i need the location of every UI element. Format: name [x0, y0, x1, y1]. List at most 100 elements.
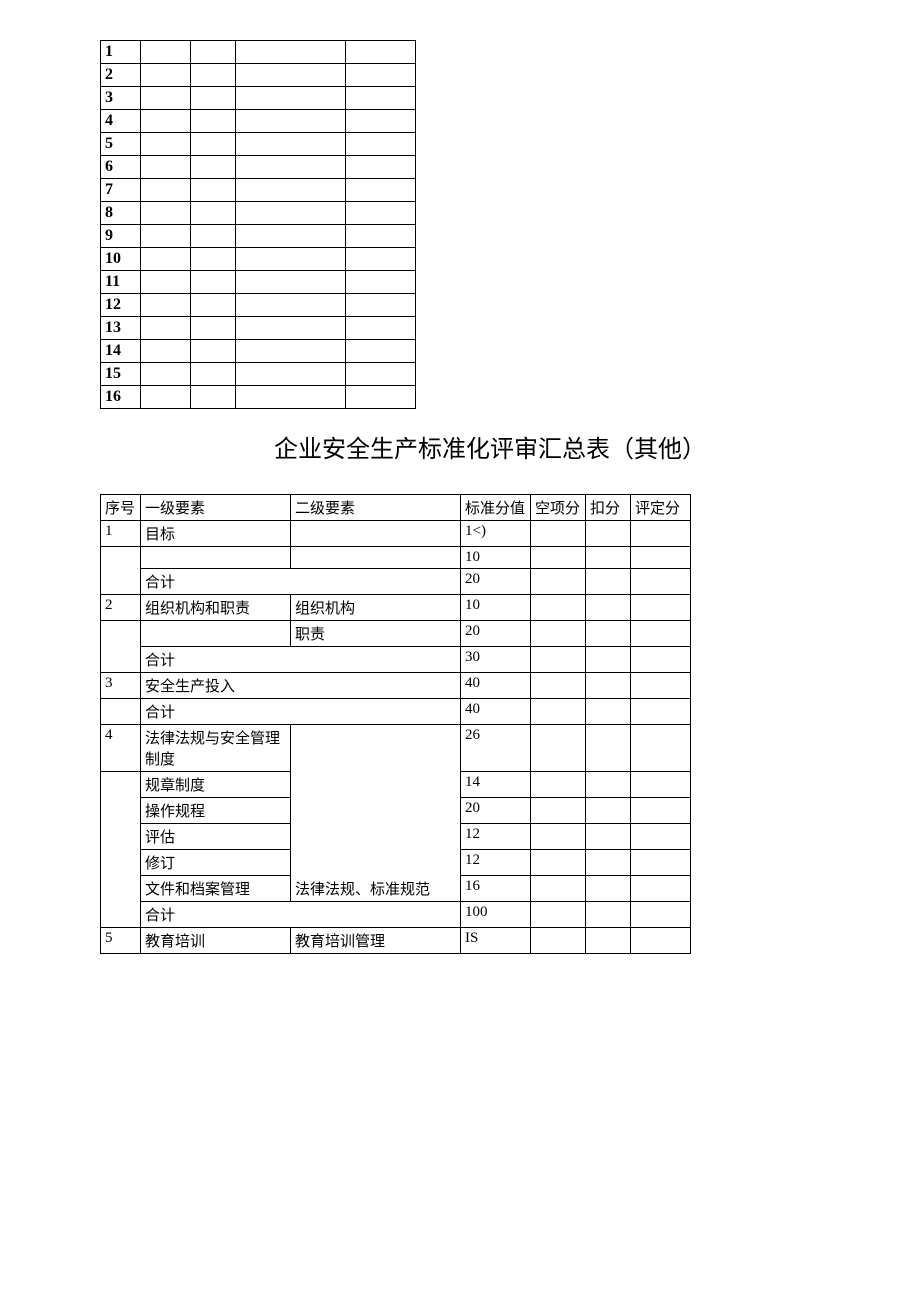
row-number: 3	[101, 87, 141, 110]
std-score-cell: 10	[461, 595, 531, 621]
level1-cell: 评估	[141, 824, 291, 850]
std-score-cell: 1<)	[461, 521, 531, 547]
table-row: 合计100	[101, 902, 691, 928]
level2-cell: 法律法规、标准规范	[291, 725, 461, 902]
empty-cell	[191, 87, 236, 110]
level2-cell: 教育培训管理	[291, 928, 461, 954]
deduct-cell	[586, 928, 631, 954]
seq-cell	[101, 824, 141, 850]
empty-score-cell	[531, 547, 586, 569]
empty-cell	[191, 386, 236, 409]
final-score-cell	[631, 824, 691, 850]
final-score-cell	[631, 725, 691, 772]
empty-score-cell	[531, 621, 586, 647]
level1-cell: 合计	[141, 569, 461, 595]
final-score-cell	[631, 521, 691, 547]
header-deduct: 扣分	[586, 495, 631, 521]
empty-cell	[346, 87, 416, 110]
empty-cell	[346, 202, 416, 225]
empty-cell	[236, 133, 346, 156]
deduct-cell	[586, 902, 631, 928]
page-title: 企业安全生产标准化评审汇总表（其他）	[100, 429, 820, 464]
std-score-cell: 100	[461, 902, 531, 928]
summary-table: 序号 一级要素 二级要素 标准分值 空项分 扣分 评定分 1目标1<)10合计2…	[100, 494, 691, 954]
empty-cell	[141, 340, 191, 363]
std-score-cell: 12	[461, 824, 531, 850]
table-row: 16	[101, 386, 416, 409]
empty-cell	[141, 363, 191, 386]
level1-cell: 合计	[141, 699, 461, 725]
empty-cell	[346, 317, 416, 340]
empty-score-cell	[531, 772, 586, 798]
table-row: 合计20	[101, 569, 691, 595]
final-score-cell	[631, 850, 691, 876]
table-row: 9	[101, 225, 416, 248]
final-score-cell	[631, 595, 691, 621]
table-row: 合计30	[101, 647, 691, 673]
final-score-cell	[631, 673, 691, 699]
table-row: 6	[101, 156, 416, 179]
header-final-score: 评定分	[631, 495, 691, 521]
header-seq: 序号	[101, 495, 141, 521]
empty-cell	[236, 87, 346, 110]
deduct-cell	[586, 521, 631, 547]
final-score-cell	[631, 876, 691, 902]
header-empty-score: 空项分	[531, 495, 586, 521]
level2-cell: 职责	[291, 621, 461, 647]
table-row: 14	[101, 340, 416, 363]
empty-cell	[236, 64, 346, 87]
table-row: 5教育培训教育培训管理IS	[101, 928, 691, 954]
table-row: 1	[101, 41, 416, 64]
empty-cell	[236, 202, 346, 225]
empty-score-cell	[531, 798, 586, 824]
level1-cell: 操作规程	[141, 798, 291, 824]
empty-score-cell	[531, 876, 586, 902]
std-score-cell: 40	[461, 673, 531, 699]
row-number: 10	[101, 248, 141, 271]
header-row: 序号 一级要素 二级要素 标准分值 空项分 扣分 评定分	[101, 495, 691, 521]
deduct-cell	[586, 824, 631, 850]
table-row: 4法律法规与安全管理制度法律法规、标准规范26	[101, 725, 691, 772]
table-row: 4	[101, 110, 416, 133]
deduct-cell	[586, 647, 631, 673]
empty-cell	[346, 363, 416, 386]
std-score-cell: 20	[461, 798, 531, 824]
std-score-cell: 26	[461, 725, 531, 772]
empty-cell	[346, 110, 416, 133]
empty-cell	[141, 271, 191, 294]
empty-cell	[141, 386, 191, 409]
empty-cell	[346, 133, 416, 156]
deduct-cell	[586, 725, 631, 772]
empty-cell	[191, 156, 236, 179]
empty-cell	[141, 87, 191, 110]
final-score-cell	[631, 621, 691, 647]
table-row: 8	[101, 202, 416, 225]
deduct-cell	[586, 547, 631, 569]
seq-cell	[101, 850, 141, 876]
deduct-cell	[586, 798, 631, 824]
table1-body: 12345678910111213141516	[101, 41, 416, 409]
deduct-cell	[586, 699, 631, 725]
level2-cell	[291, 521, 461, 547]
table-row: 2组织机构和职责组织机构10	[101, 595, 691, 621]
seq-cell	[101, 902, 141, 928]
empty-cell	[191, 64, 236, 87]
empty-cell	[346, 386, 416, 409]
empty-cell	[236, 225, 346, 248]
empty-cell	[346, 271, 416, 294]
empty-cell	[236, 340, 346, 363]
empty-cell	[236, 386, 346, 409]
empty-score-cell	[531, 595, 586, 621]
empty-cell	[141, 64, 191, 87]
empty-cell	[346, 340, 416, 363]
seq-cell	[101, 621, 141, 647]
seq-cell	[101, 699, 141, 725]
empty-cell	[236, 317, 346, 340]
empty-cell	[191, 133, 236, 156]
empty-cell	[141, 202, 191, 225]
deduct-cell	[586, 850, 631, 876]
row-number: 2	[101, 64, 141, 87]
header-level2: 二级要素	[291, 495, 461, 521]
empty-score-cell	[531, 824, 586, 850]
empty-cell	[141, 156, 191, 179]
